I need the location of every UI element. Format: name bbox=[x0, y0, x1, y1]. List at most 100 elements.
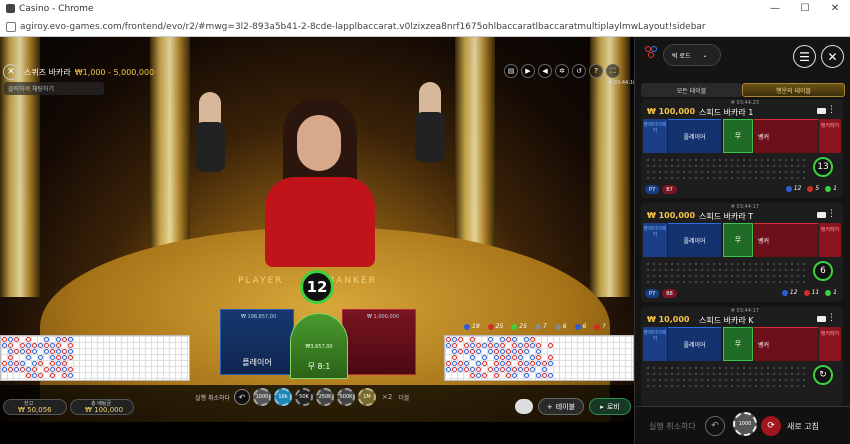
refresh-label[interactable]: 새로 고침 bbox=[787, 421, 819, 432]
fullscreen-icon[interactable]: ⛶ bbox=[606, 64, 620, 78]
road-dot bbox=[470, 367, 475, 372]
card-id: # 03:44:17 bbox=[730, 204, 759, 210]
volume-icon[interactable]: ◀ bbox=[538, 64, 552, 78]
video-camera-icon[interactable] bbox=[817, 316, 826, 322]
settings-gear-icon[interactable]: ✲ bbox=[555, 64, 569, 78]
player-bet[interactable]: 플레이어 bbox=[668, 327, 721, 361]
player-pair-bet[interactable]: 플레이어페어 bbox=[643, 119, 667, 153]
help-icon[interactable]: ? bbox=[589, 64, 603, 78]
chat-input[interactable]: 클릭하여 채팅하기 bbox=[4, 82, 104, 95]
tab-lucky-tables[interactable]: 행운의 테이블 bbox=[742, 83, 845, 97]
tie-bet-label: 무 8:1 bbox=[307, 362, 331, 371]
road-dot bbox=[512, 367, 517, 372]
sidebar-chip[interactable]: 1000 bbox=[733, 412, 757, 436]
tie-bet[interactable]: 무 bbox=[723, 327, 753, 361]
player-bet-label: 플레이어 bbox=[242, 358, 272, 367]
road-dot bbox=[26, 337, 31, 342]
history-icon[interactable]: ↺ bbox=[572, 64, 586, 78]
road-dot bbox=[530, 343, 535, 348]
road-stats: 19 25 25 7 6 6 ? bbox=[464, 323, 606, 330]
tie-bet[interactable]: 무 bbox=[723, 119, 753, 153]
banker-bet-area[interactable]: ₩ 1,000,000 bbox=[342, 309, 416, 375]
player-bet-area[interactable]: ₩ 198,857,00 플레이어 bbox=[220, 309, 294, 375]
chip-500k[interactable]: 500K bbox=[337, 388, 355, 406]
video-camera-icon[interactable] bbox=[817, 108, 826, 114]
player-bet[interactable]: 플레이어 bbox=[668, 223, 721, 257]
table-card[interactable]: # 03:44:17 ₩ 10,000 스피드 바카라 K ⋮ 플레이어페어 플… bbox=[641, 307, 843, 406]
road-dot bbox=[482, 343, 487, 348]
more-options-icon[interactable]: ⋮ bbox=[827, 313, 836, 323]
table-card[interactable]: # 03:44:17 ₩ 100,000 스피드 바카라 T ⋮ 플레이어페어 … bbox=[641, 203, 843, 302]
road-dot bbox=[446, 337, 451, 342]
card-stat-player: 12 bbox=[781, 289, 798, 296]
banker-bet[interactable]: 뱅커 bbox=[754, 119, 818, 153]
road-dot bbox=[44, 349, 49, 354]
address-bar[interactable]: agiroy.evo-games.com/frontend/evo/r2/#mw… bbox=[0, 17, 850, 36]
player-pair-bet[interactable]: 플레이어페어 bbox=[643, 223, 667, 257]
sidebar-undo-button[interactable]: ↶ bbox=[705, 416, 725, 436]
card-stats: 12 5 1 bbox=[785, 185, 837, 192]
chip-50k[interactable]: 50K bbox=[295, 388, 313, 406]
road-dot bbox=[476, 343, 481, 348]
banker-bet[interactable]: 뱅커 bbox=[754, 223, 818, 257]
more-options-icon[interactable]: ⋮ bbox=[827, 209, 836, 219]
road-dot bbox=[476, 349, 481, 354]
chip-10k[interactable]: 10k bbox=[274, 388, 292, 406]
lobby-button[interactable]: ▸ 로비 bbox=[589, 398, 631, 415]
add-table-label: 테이블 bbox=[555, 402, 576, 411]
road-dot bbox=[512, 343, 517, 348]
player-prediction-pill: P7 bbox=[645, 185, 660, 194]
banker-pair-bet[interactable]: 뱅커페어 bbox=[819, 327, 841, 361]
url-text[interactable]: agiroy.evo-games.com/frontend/evo/r2/#mw… bbox=[20, 22, 706, 32]
road-dot bbox=[14, 349, 19, 354]
road-type-select[interactable]: 빅 로드 ⌄ bbox=[663, 44, 721, 66]
undo-button[interactable]: ↶ bbox=[234, 389, 250, 405]
road-dot bbox=[62, 337, 67, 342]
close-window-button[interactable]: ✕ bbox=[820, 3, 850, 14]
road-dot bbox=[482, 373, 487, 378]
maximize-button[interactable]: ☐ bbox=[790, 3, 820, 14]
chat-icon[interactable]: ▤ bbox=[504, 64, 518, 78]
minimize-button[interactable]: — bbox=[760, 3, 790, 14]
add-table-button[interactable]: + 테이블 bbox=[538, 398, 584, 415]
chip-1m[interactable]: 1M bbox=[358, 388, 376, 406]
menu-button[interactable]: ☰ bbox=[793, 45, 816, 68]
player-pair-bet[interactable]: 플레이어페어 bbox=[643, 327, 667, 361]
road-dot bbox=[530, 337, 535, 342]
road-dot bbox=[50, 367, 55, 372]
banker-pair-bet[interactable]: 뱅커페어 bbox=[819, 223, 841, 257]
double-bet-button[interactable]: ×2 bbox=[382, 393, 392, 401]
player-bet[interactable]: 플레이어 bbox=[668, 119, 721, 153]
tab-all-tables[interactable]: 모든 테이블 bbox=[641, 83, 742, 97]
road-dot bbox=[14, 367, 19, 372]
table-card[interactable]: # 03:44:23 ₩ 100,000 스피드 바카라 1 ⋮ 플레이어페어 … bbox=[641, 99, 843, 198]
chip-1000[interactable]: 1000 bbox=[253, 388, 271, 406]
refresh-icon[interactable]: ⟳ bbox=[761, 416, 781, 436]
camera-icon[interactable]: ▶ bbox=[521, 64, 535, 78]
big-road[interactable] bbox=[444, 335, 634, 381]
road-dot bbox=[68, 343, 73, 348]
road-dot bbox=[38, 343, 43, 348]
road-dot bbox=[26, 349, 31, 354]
banker-pair-bet[interactable]: 뱅커페어 bbox=[819, 119, 841, 153]
road-dot bbox=[8, 367, 13, 372]
road-dot bbox=[452, 361, 457, 366]
chat-bubble-icon[interactable] bbox=[515, 399, 533, 414]
bead-road[interactable] bbox=[0, 335, 190, 381]
road-dot bbox=[446, 367, 451, 372]
road-dot bbox=[464, 367, 469, 372]
more-options-icon[interactable]: ⋮ bbox=[827, 105, 836, 115]
close-table-button[interactable]: ✕ bbox=[3, 64, 19, 80]
banker-bet[interactable]: 뱅커 bbox=[754, 327, 818, 361]
video-camera-icon[interactable] bbox=[817, 212, 826, 218]
chip-250k[interactable]: 250K bbox=[316, 388, 334, 406]
road-dot bbox=[524, 361, 529, 366]
tie-bet-area[interactable]: ₩3,657,00 무 8:1 bbox=[290, 313, 348, 379]
road-dot bbox=[464, 343, 469, 348]
tie-bet[interactable]: 무 bbox=[723, 223, 753, 257]
logo-icon bbox=[645, 46, 659, 60]
road-dot bbox=[452, 337, 457, 342]
close-sidebar-button[interactable]: ✕ bbox=[821, 45, 844, 68]
road-dot bbox=[2, 367, 7, 372]
road-dot bbox=[512, 355, 517, 360]
